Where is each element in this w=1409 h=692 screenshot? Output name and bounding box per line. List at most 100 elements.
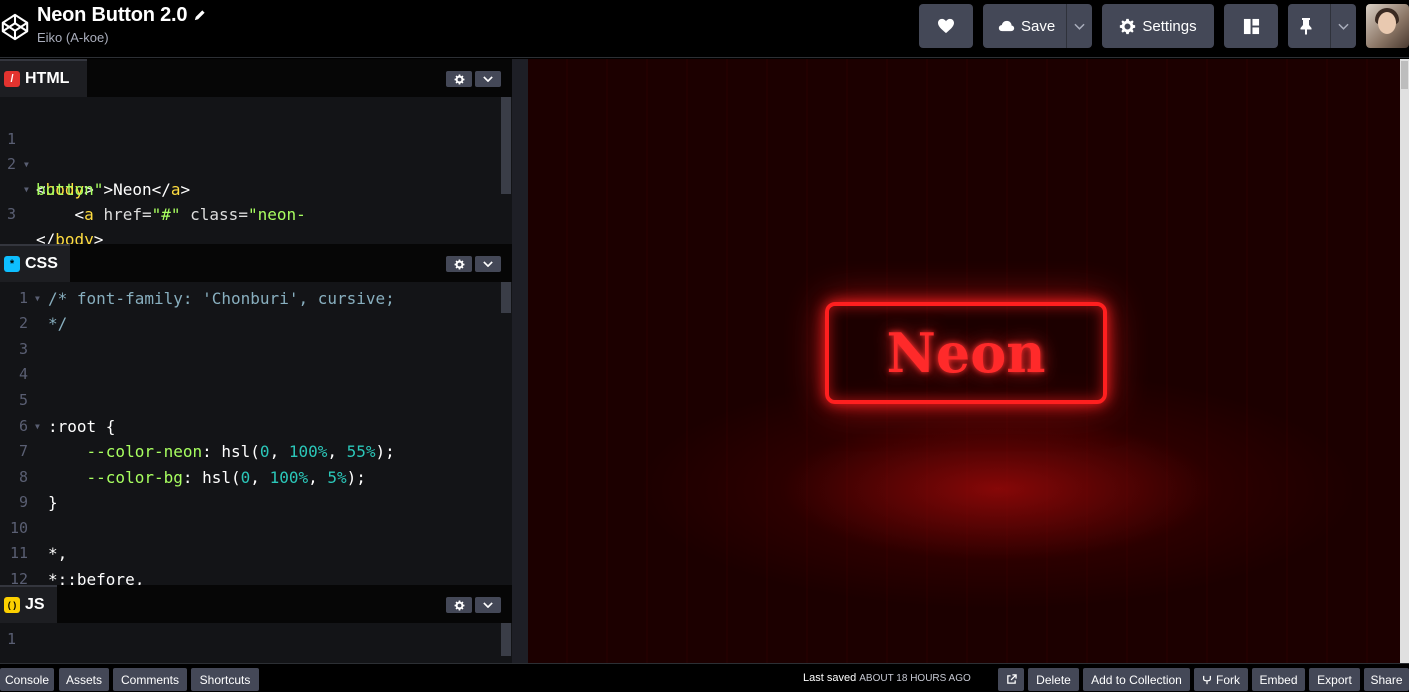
js-tab-label: JS: [25, 596, 45, 613]
panel-resizer[interactable]: [512, 59, 528, 663]
code-line: 1 ▼ /* font-family: 'Chonburi', cursive;: [0, 286, 512, 311]
code-line: 12 *::before,: [0, 567, 512, 585]
embed-label: Embed: [1259, 672, 1298, 687]
css-settings-button[interactable]: [446, 256, 472, 272]
code-line: 1: [0, 627, 512, 652]
embed-button[interactable]: Embed: [1252, 668, 1305, 691]
html-settings-button[interactable]: [446, 71, 472, 87]
code-line: 2 */: [0, 311, 512, 336]
fork-button[interactable]: Fork: [1194, 668, 1248, 691]
preview-scroll-thumb[interactable]: [1401, 61, 1408, 89]
js-icon: ( ): [4, 597, 20, 613]
chevron-down-icon: [1074, 23, 1085, 30]
line-number: 11: [9, 544, 28, 562]
html-scrollbar[interactable]: [501, 97, 511, 194]
like-button[interactable]: [919, 4, 973, 48]
js-code-editor[interactable]: 1: [0, 623, 512, 663]
assets-button[interactable]: Assets: [59, 668, 109, 691]
chevron-down-icon: [1338, 23, 1349, 30]
gear-icon: [1120, 18, 1136, 34]
save-label: Save: [1021, 17, 1056, 35]
line-number: 10: [9, 519, 28, 537]
gear-icon: [454, 600, 464, 610]
editor-column: / HTML 1 ▼ <body> 2 ▼ <a href="#" class=…: [0, 59, 512, 663]
line-number: 7: [18, 442, 28, 460]
gear-icon: [454, 74, 464, 84]
line-number: 3: [6, 205, 16, 223]
chevron-down-icon: [483, 261, 493, 267]
fork-icon: [1203, 675, 1211, 684]
external-link-icon: [1006, 674, 1017, 684]
css-scrollbar[interactable]: [501, 282, 511, 313]
delete-label: Delete: [1036, 672, 1071, 687]
save-options-dropdown[interactable]: [1065, 4, 1092, 48]
chevron-down-icon: [483, 76, 493, 82]
js-panel-header: ( ) JS: [0, 585, 512, 623]
html-panel-header: / HTML: [0, 59, 512, 97]
line-number: 1: [18, 289, 28, 307]
console-button[interactable]: Console: [0, 668, 54, 691]
add-to-collection-button[interactable]: Add to Collection: [1083, 668, 1190, 691]
assets-label: Assets: [65, 672, 102, 687]
css-collapse-button[interactable]: [475, 256, 501, 272]
open-external-button[interactable]: [998, 668, 1024, 691]
fold-arrow-icon[interactable]: ▼: [35, 414, 40, 439]
pen-author[interactable]: Eiko (A-koe): [37, 30, 206, 45]
js-collapse-button[interactable]: [475, 597, 501, 613]
gear-icon: [454, 259, 464, 269]
line-number: 1: [6, 630, 16, 648]
html-tab[interactable]: / HTML: [0, 59, 87, 97]
code-text: :root {: [48, 417, 116, 436]
last-saved-status: Last saved ABOUT 18 HOURS AGO: [803, 672, 971, 684]
preview-scrollbar[interactable]: [1400, 59, 1409, 663]
pen-title-text[interactable]: Neon Button 2.0: [37, 4, 188, 27]
console-label: Console: [4, 672, 50, 687]
cloud-icon: [998, 20, 1015, 32]
last-saved-prefix: Last saved: [803, 672, 857, 684]
code-text: }: [48, 493, 58, 512]
save-button[interactable]: Save: [983, 4, 1060, 48]
pen-title[interactable]: Neon Button 2.0: [37, 4, 206, 27]
code-line: 8 --color-bg: hsl(0, 100%, 5%);: [0, 465, 512, 490]
html-collapse-button[interactable]: [475, 71, 501, 87]
change-view-button[interactable]: [1224, 4, 1278, 48]
pin-button[interactable]: [1288, 4, 1324, 48]
css-code-editor[interactable]: 1 ▼ /* font-family: 'Chonburi', cursive; 2…: [0, 282, 512, 585]
html-code-editor[interactable]: 1 ▼ <body> 2 ▼ <a href="#" class="neon- …: [0, 97, 512, 244]
code-text: /* font-family: 'Chonburi', cursive;: [48, 289, 395, 308]
last-saved-time: ABOUT 18 HOURS AGO: [859, 673, 971, 684]
avatar-face: [1378, 12, 1396, 34]
js-scrollbar[interactable]: [501, 623, 511, 656]
html-icon: /: [4, 71, 20, 87]
comments-button[interactable]: Comments: [113, 668, 187, 691]
css-tab[interactable]: * CSS: [0, 244, 70, 282]
export-button[interactable]: Export: [1309, 668, 1360, 691]
user-avatar[interactable]: [1366, 4, 1409, 48]
code-text: </body>: [36, 227, 103, 244]
top-bar: Neon Button 2.0 Eiko (A-koe) Save Settin…: [0, 0, 1409, 58]
code-text: --color-neon: hsl(0, 100%, 55%);: [48, 442, 395, 461]
pin-icon: [1300, 18, 1312, 35]
chevron-down-icon: [483, 602, 493, 608]
fold-arrow-icon[interactable]: ▼: [35, 286, 40, 311]
css-panel-header: * CSS: [0, 244, 512, 282]
code-text: <a href="#" class="neon-: [36, 205, 306, 224]
js-settings-button[interactable]: [446, 597, 472, 613]
share-button[interactable]: Share: [1364, 668, 1409, 691]
js-tab[interactable]: ( ) JS: [0, 585, 57, 623]
fork-label: Fork: [1216, 672, 1240, 687]
code-line: button">Neon</a>: [0, 152, 512, 199]
pencil-icon[interactable]: [193, 9, 206, 22]
shortcuts-button[interactable]: Shortcuts: [191, 668, 259, 691]
settings-button[interactable]: Settings: [1102, 4, 1214, 48]
result-preview: Neon: [528, 59, 1400, 663]
line-number: 8: [18, 468, 28, 486]
pin-options-dropdown[interactable]: [1330, 4, 1356, 48]
neon-button[interactable]: Neon: [825, 302, 1107, 404]
css-icon: *: [4, 256, 20, 272]
delete-button[interactable]: Delete: [1028, 668, 1079, 691]
codepen-logo-icon[interactable]: [0, 11, 30, 43]
neon-button-text: Neon: [886, 321, 1046, 385]
html-tab-label: HTML: [25, 70, 70, 87]
code-line: 10: [0, 516, 512, 541]
